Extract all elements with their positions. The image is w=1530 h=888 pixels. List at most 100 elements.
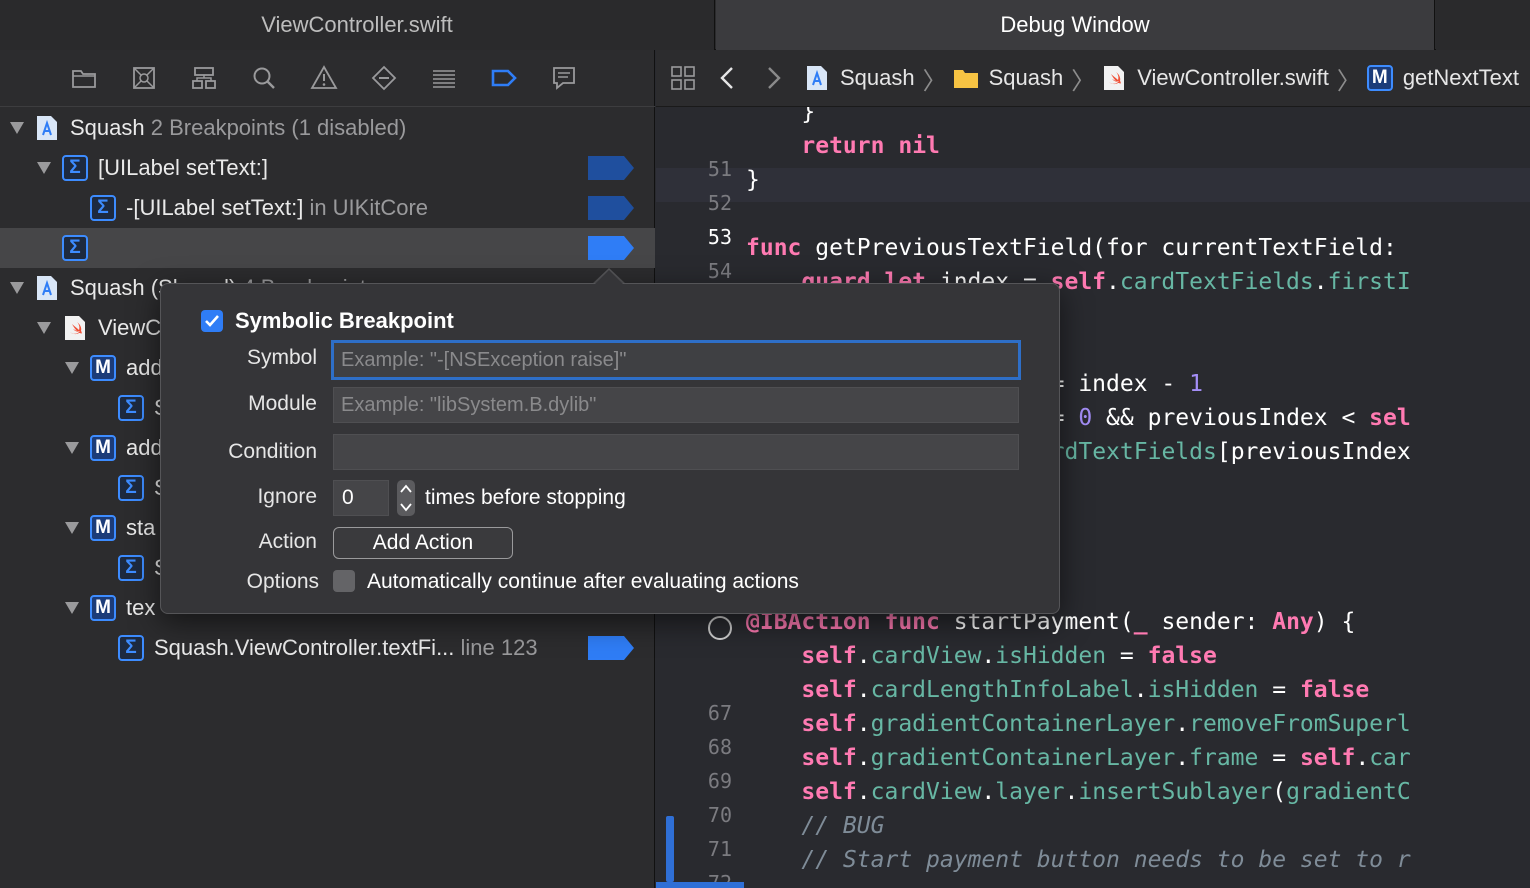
line-number: 54 xyxy=(707,259,732,283)
code-line: self.cardLengthInfoLabel.isHidden = fals… xyxy=(801,677,1370,703)
line-number: 68 xyxy=(707,735,732,759)
find-navigator-button[interactable] xyxy=(246,62,282,94)
breakpoint-disabled-marker[interactable] xyxy=(588,156,634,180)
issue-navigator-button[interactable] xyxy=(306,62,342,94)
list-item-selected[interactable]: Σ xyxy=(0,228,655,268)
disclosure-open-icon[interactable] xyxy=(62,358,82,378)
line-number: 51 xyxy=(707,157,732,181)
xcode-project-icon xyxy=(804,65,830,91)
symbol-label: Symbol xyxy=(246,346,317,369)
test-navigator-button[interactable] xyxy=(366,62,402,94)
symbolic-breakpoint-icon: Σ xyxy=(118,555,144,581)
ignore-count-field[interactable]: 0 xyxy=(333,480,389,516)
row-detail: line 123 xyxy=(460,635,538,660)
auto-continue-label[interactable]: Automatically continue after evaluating … xyxy=(367,570,799,594)
tab-debug-window[interactable]: Debug Window xyxy=(716,0,1435,50)
disclosure-open-icon[interactable] xyxy=(62,598,82,618)
ignore-label: Ignore xyxy=(257,485,317,508)
disclosure-open-icon[interactable] xyxy=(34,158,54,178)
ibaction-connection-icon[interactable] xyxy=(708,616,732,640)
tab-bar-empty xyxy=(1436,0,1530,50)
xcode-project-icon xyxy=(34,275,60,301)
add-action-button[interactable]: Add Action xyxy=(333,527,513,559)
method-icon: M xyxy=(90,435,116,461)
method-icon: M xyxy=(90,595,116,621)
folder-icon xyxy=(953,65,979,91)
report-icon xyxy=(553,67,575,90)
list-item[interactable]: Σ Squash.ViewController.textFi... line 1… xyxy=(0,628,655,668)
breakpoint-enabled-checkbox[interactable] xyxy=(201,310,223,332)
disclosure-open-icon[interactable] xyxy=(7,118,27,138)
module-placeholder: Example: "libSystem.B.dylib" xyxy=(341,393,597,416)
disclosure-open-icon[interactable] xyxy=(7,278,27,298)
module-input[interactable]: Example: "libSystem.B.dylib" xyxy=(333,387,1019,423)
method-icon: M xyxy=(1366,65,1393,91)
folder-icon xyxy=(72,70,96,88)
jumpbar-file[interactable]: ViewController.swift xyxy=(1101,65,1329,91)
jumpbar-project[interactable]: Squash xyxy=(804,65,915,91)
source-control-icon xyxy=(133,67,155,89)
report-navigator-button[interactable] xyxy=(546,62,582,94)
symbolic-breakpoint-icon: Σ xyxy=(118,395,144,421)
row-name: -[UILabel setText:] xyxy=(126,195,304,220)
test-icon xyxy=(371,65,397,91)
breakpoint-enabled-marker[interactable] xyxy=(588,636,634,660)
disclosure-open-icon[interactable] xyxy=(62,438,82,458)
symbol-navigator-button[interactable] xyxy=(186,62,222,94)
symbolic-breakpoint-icon: Σ xyxy=(62,235,88,261)
action-label: Action xyxy=(258,530,317,553)
jumpbar-label: Squash xyxy=(988,65,1064,90)
row-detail: 2 Breakpoints (1 disabled) xyxy=(150,115,407,140)
xcode-project-icon xyxy=(34,115,60,141)
symbol-input[interactable]: Example: "-[NSException raise]" xyxy=(331,340,1021,380)
warning-icon xyxy=(310,65,338,89)
list-item[interactable]: Squash 2 Breakpoints (1 disabled) xyxy=(0,108,655,148)
line-number: 67 xyxy=(707,701,732,725)
source-control-navigator-button[interactable] xyxy=(126,62,162,94)
related-items-icon[interactable] xyxy=(670,65,696,91)
tab-viewcontroller-swift[interactable]: ViewController.swift xyxy=(0,0,715,50)
disclosure-open-icon[interactable] xyxy=(62,518,82,538)
auto-continue-checkbox[interactable] xyxy=(333,570,355,592)
debug-navigator-button[interactable] xyxy=(426,62,462,94)
method-icon: M xyxy=(90,355,116,381)
back-arrow-icon[interactable] xyxy=(716,65,742,91)
list-item[interactable]: Σ [UILabel setText:] xyxy=(0,148,655,188)
code-line: return nil xyxy=(801,133,940,159)
code-line: // BUG xyxy=(801,813,885,839)
chevron-up-icon[interactable] xyxy=(400,484,412,494)
row-name: add xyxy=(126,355,163,380)
forward-arrow-icon[interactable] xyxy=(760,65,786,91)
symbol-placeholder: Example: "-[NSException raise]" xyxy=(341,348,627,371)
swift-file-icon xyxy=(1101,65,1127,91)
ignore-stepper[interactable] xyxy=(397,480,415,516)
debug-icon xyxy=(433,70,455,88)
chevron-down-icon[interactable] xyxy=(400,502,412,512)
project-navigator-button[interactable] xyxy=(66,62,102,94)
jump-bar: Squash 〉 Squash 〉 ViewController.swift 〉… xyxy=(656,50,1530,107)
condition-label: Condition xyxy=(228,440,317,463)
method-icon: M xyxy=(90,515,116,541)
row-name: [UILabel setText:] xyxy=(98,155,268,180)
breakpoint-enabled-marker[interactable] xyxy=(588,236,634,260)
tab-bar: ViewController.swift Debug Window xyxy=(0,0,1530,50)
row-name: add xyxy=(126,435,163,460)
disclosure-open-icon[interactable] xyxy=(34,318,54,338)
search-icon xyxy=(253,67,275,89)
symbolic-breakpoint-icon: Σ xyxy=(90,195,116,221)
jumpbar-method[interactable]: M getNextText xyxy=(1366,65,1519,91)
row-name: tex xyxy=(126,595,156,620)
breakpoint-navigator-button[interactable] xyxy=(486,62,522,94)
code-line: self.cardView.layer.insertSublayer(gradi… xyxy=(801,779,1411,805)
row-name: sta xyxy=(126,515,156,540)
symbolic-breakpoint-icon: Σ xyxy=(118,475,144,501)
module-label: Module xyxy=(248,392,317,415)
jumpbar-group[interactable]: Squash xyxy=(953,65,1064,91)
code-line: } xyxy=(746,107,816,125)
condition-input[interactable] xyxy=(333,434,1019,470)
swift-file-icon xyxy=(62,315,88,341)
breakpoint-disabled-marker[interactable] xyxy=(588,196,634,220)
popover-arrow-fill xyxy=(594,270,624,285)
list-item[interactable]: Σ -[UILabel setText:] in UIKitCore xyxy=(0,188,655,228)
row-detail: in UIKitCore xyxy=(309,195,429,220)
